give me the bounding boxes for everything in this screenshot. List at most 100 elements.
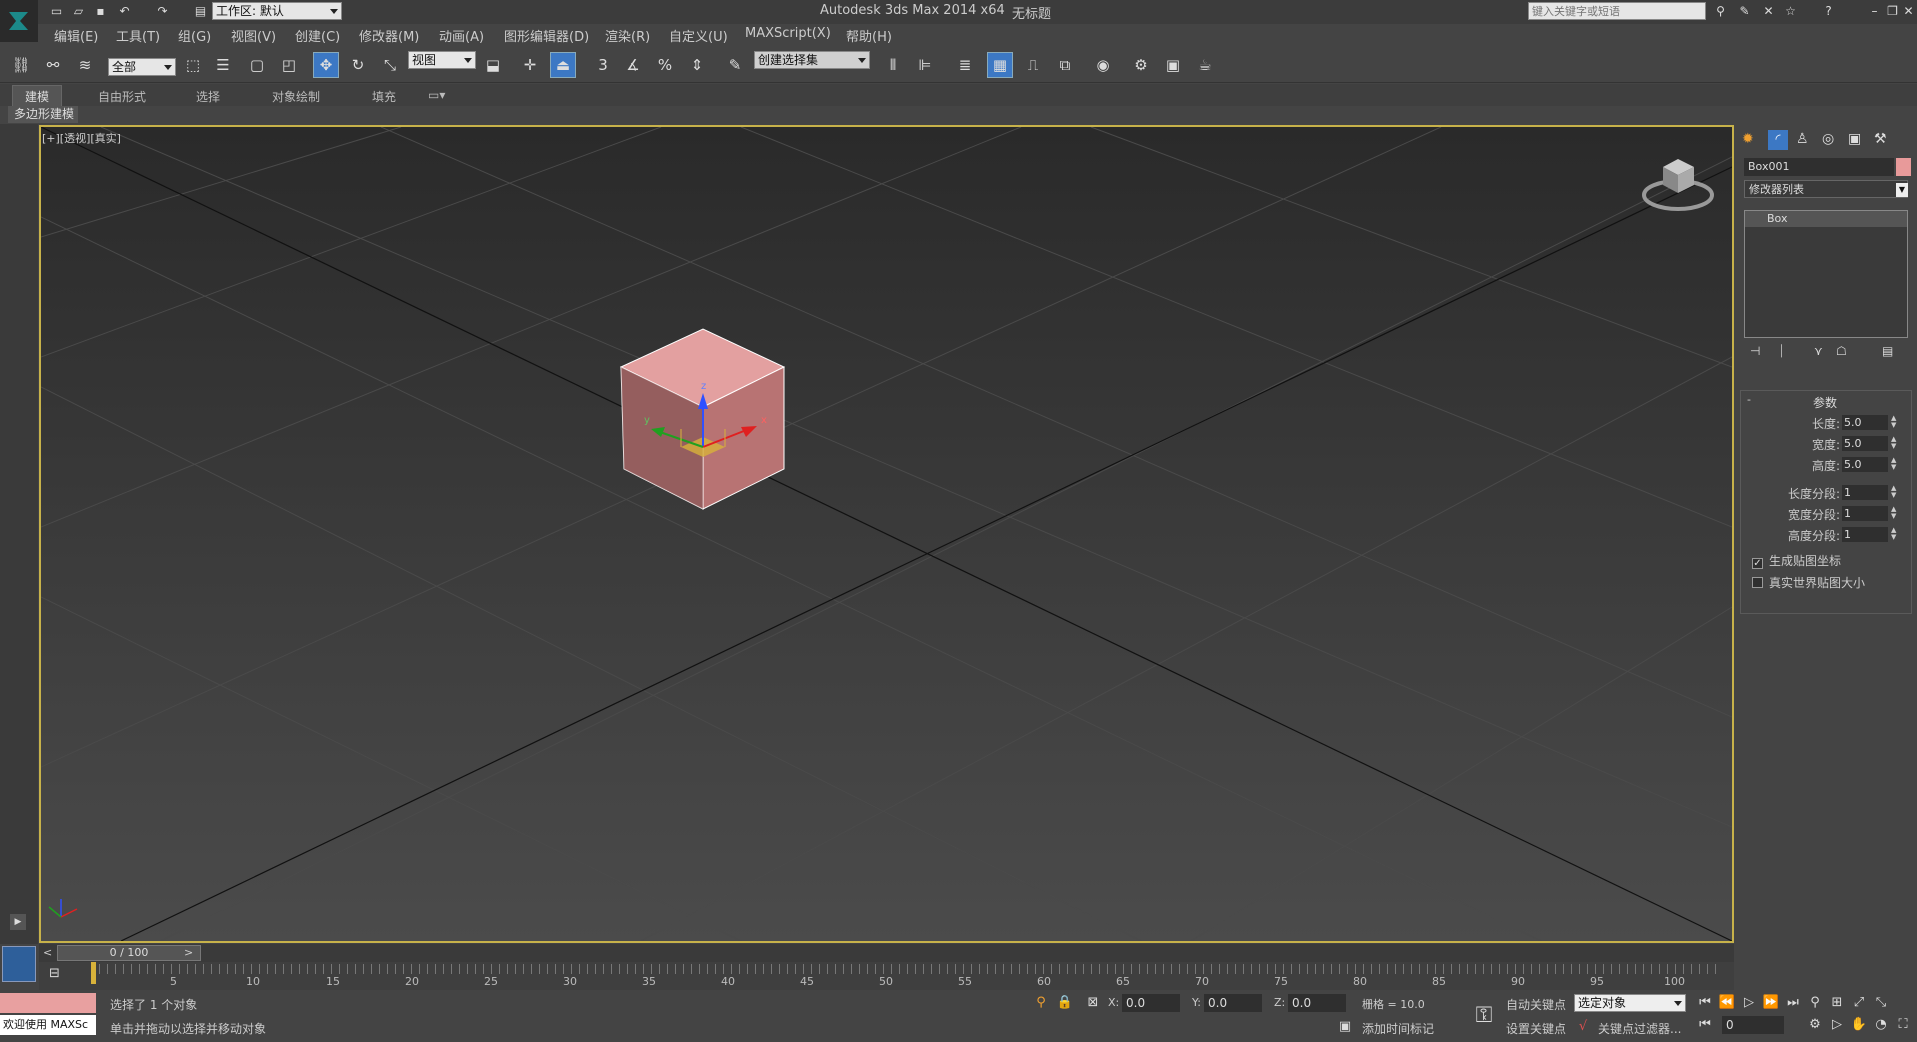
spinner-icon[interactable]: ▲ ▼	[1891, 436, 1900, 451]
maximize-viewport-icon[interactable]: ⛶	[1894, 1016, 1912, 1034]
spinner-snap-icon[interactable]: ⇕	[684, 52, 710, 78]
param-length-input[interactable]: 5.0	[1842, 415, 1888, 430]
display-tab-icon[interactable]: ▣	[1848, 131, 1861, 147]
render-production-icon[interactable]: ☕	[1192, 52, 1218, 78]
minimize-icon[interactable]: –	[1866, 3, 1883, 20]
ribbon-tab-selection[interactable]: 选择	[196, 88, 220, 105]
select-and-scale-icon[interactable]: ⤡	[377, 52, 403, 78]
maxscript-listener-mini[interactable]	[0, 993, 96, 1013]
select-object-icon[interactable]: ⬚	[180, 52, 206, 78]
viewcube-icon[interactable]	[1642, 159, 1714, 211]
utilities-tab-icon[interactable]: ⚒	[1874, 131, 1887, 147]
param-height-segs-input[interactable]: 1	[1842, 527, 1888, 542]
chevron-down-icon[interactable]: ▼	[1896, 183, 1908, 197]
unlink-icon[interactable]: ⚯	[40, 52, 66, 78]
y-coord-field[interactable]: 0.0	[1204, 994, 1262, 1012]
ribbon-tab-freeform[interactable]: 自由形式	[98, 88, 146, 105]
edit-named-selection-icon[interactable]: ✎	[722, 52, 748, 78]
ribbon-tab-populate[interactable]: 填充	[372, 88, 396, 105]
named-selection-set-dropdown[interactable]: 创建选择集	[754, 51, 870, 69]
field-of-view-icon[interactable]: ▷	[1828, 1016, 1846, 1034]
curve-editor-toggle-icon[interactable]: ⊟	[49, 966, 60, 981]
absolute-mode-icon[interactable]: ⊠	[1084, 994, 1102, 1012]
add-time-tag[interactable]: 添加时间标记	[1362, 1020, 1434, 1037]
menu-edit[interactable]: 编辑(E)	[54, 26, 98, 45]
next-frame-icon[interactable]: ⏩	[1762, 994, 1780, 1012]
reference-coord-dropdown[interactable]: 视图	[408, 51, 476, 69]
zoom-extents-icon[interactable]: ⤢	[1850, 994, 1868, 1012]
schematic-view-icon[interactable]: ⧉	[1052, 52, 1078, 78]
ribbon-polygon-modeling[interactable]: 多边形建模	[8, 106, 78, 123]
mirror-icon[interactable]: ⫴	[880, 52, 906, 78]
help-icon[interactable]: ?	[1820, 3, 1837, 20]
time-tag-icon[interactable]: ▣	[1336, 1018, 1354, 1036]
orbit-icon[interactable]: ◔	[1872, 1016, 1890, 1034]
new-file-icon[interactable]: ▭	[48, 3, 65, 20]
modifier-list-dropdown[interactable]: 修改器列表	[1744, 180, 1908, 198]
rollout-title[interactable]: 参数	[1813, 394, 1837, 411]
key-selection-dropdown[interactable]: 选定对象	[1574, 994, 1686, 1012]
save-icon[interactable]: ▪	[92, 3, 109, 20]
configure-modifier-sets-icon[interactable]: ▤	[1882, 344, 1893, 358]
zoom-icon[interactable]: ⚲	[1806, 994, 1824, 1012]
project-folder-icon[interactable]: ▤	[192, 3, 209, 20]
param-height-input[interactable]: 5.0	[1842, 457, 1888, 472]
remove-modifier-icon[interactable]: ☖	[1836, 344, 1847, 358]
pivot-center-icon[interactable]: ⬓	[480, 52, 506, 78]
spinner-icon[interactable]: ▲ ▼	[1891, 415, 1900, 430]
menu-rendering[interactable]: 渲染(R)	[605, 26, 650, 45]
keyboard-shortcut-override-icon[interactable]: ⏏	[550, 52, 576, 78]
object-color-swatch[interactable]	[1896, 158, 1911, 176]
real-world-map-size-checkbox[interactable]: 真实世界贴图大小	[1752, 574, 1865, 591]
menu-create[interactable]: 创建(C)	[295, 26, 340, 45]
subscription-icon[interactable]: ✎	[1736, 3, 1753, 20]
close-icon[interactable]: ✕	[1900, 3, 1917, 20]
rollout-toggle[interactable]: -	[1747, 393, 1751, 406]
communication-icon[interactable]: ✕	[1760, 3, 1777, 20]
key-filter-curve-icon[interactable]: √	[1574, 1018, 1592, 1036]
time-prev-button[interactable]: <	[43, 946, 52, 959]
stack-item-box[interactable]: Box	[1745, 211, 1907, 227]
goto-end-icon[interactable]: ⏭	[1784, 994, 1802, 1012]
object-name-field[interactable]: Box001	[1744, 158, 1894, 176]
menu-views[interactable]: 视图(V)	[231, 26, 276, 45]
open-file-icon[interactable]: ▱	[70, 3, 87, 20]
checkbox-icon[interactable]: ✓	[1752, 558, 1763, 569]
welcome-field[interactable]: 欢迎使用 MAXSc	[0, 1015, 96, 1035]
expand-arrow-icon[interactable]: ▶	[10, 914, 26, 930]
time-next-button[interactable]: >	[184, 946, 193, 959]
menu-modifiers[interactable]: 修改器(M)	[359, 26, 419, 45]
menu-customize[interactable]: 自定义(U)	[669, 26, 728, 45]
ribbon-tab-modeling[interactable]: 建模	[12, 85, 63, 108]
app-logo[interactable]	[0, 0, 38, 42]
graphite-toggle-icon[interactable]: ▦	[987, 52, 1013, 78]
manipulate-icon[interactable]: ✛	[517, 52, 543, 78]
select-and-rotate-icon[interactable]: ↻	[345, 52, 371, 78]
zoom-extents-all-icon[interactable]: ⤡	[1872, 994, 1890, 1012]
key-filters-button[interactable]: 关键点过滤器...	[1598, 1020, 1681, 1037]
layer-manager-icon[interactable]: ≣	[952, 52, 978, 78]
menu-animation[interactable]: 动画(A)	[439, 26, 484, 45]
time-slider-thumb[interactable]: 0 / 100	[57, 945, 201, 961]
rendered-frame-icon[interactable]: ▣	[1160, 52, 1186, 78]
set-key-key-icon[interactable]: ⚿	[1466, 998, 1502, 1034]
menu-help[interactable]: 帮助(H)	[846, 26, 892, 45]
modifier-stack[interactable]: Box	[1744, 210, 1908, 338]
checkbox-icon[interactable]	[1752, 577, 1763, 588]
render-setup-icon[interactable]: ⚙	[1128, 52, 1154, 78]
menu-group[interactable]: 组(G)	[178, 26, 211, 45]
auto-key-button[interactable]: 自动关键点	[1506, 996, 1566, 1013]
set-key-button[interactable]: 设置关键点	[1506, 1020, 1566, 1037]
key-mode-icon[interactable]: ⏮	[1696, 1016, 1714, 1034]
make-unique-icon[interactable]: ⋎	[1814, 344, 1823, 358]
menu-tools[interactable]: 工具(T)	[116, 26, 160, 45]
ribbon-tab-object-paint[interactable]: 对象绘制	[272, 88, 320, 105]
param-width-segs-input[interactable]: 1	[1842, 506, 1888, 521]
restore-icon[interactable]: ❐	[1884, 3, 1901, 20]
search-input[interactable]	[1528, 2, 1706, 20]
modify-tab-icon[interactable]: ◜	[1768, 130, 1788, 150]
prev-frame-icon[interactable]: ⏪	[1718, 994, 1736, 1012]
window-crossing-icon[interactable]: ◰	[276, 52, 302, 78]
time-config-icon[interactable]: ⚙	[1806, 1016, 1824, 1034]
time-slider[interactable]: < 0 / 100 >	[39, 944, 1734, 962]
